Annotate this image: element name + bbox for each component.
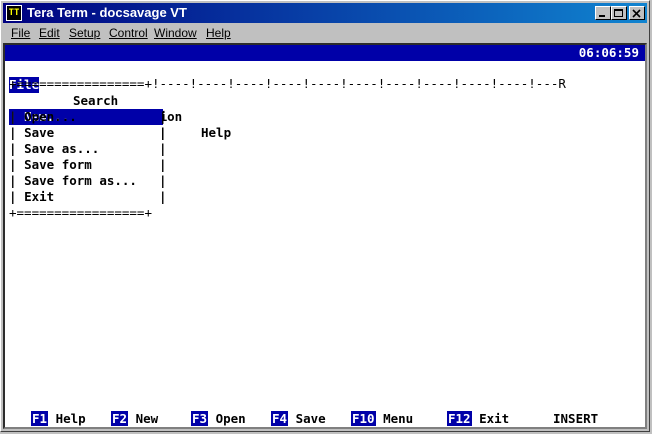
fkey-help[interactable]: F1 Help	[31, 411, 86, 427]
menu-control[interactable]: Control	[109, 26, 148, 40]
dropdown-item-save-form-as[interactable]: | Save form as... |	[9, 173, 169, 189]
close-icon	[632, 9, 641, 18]
minimize-button[interactable]	[595, 6, 611, 20]
window-title: Tera Term - docsavage VT	[27, 5, 187, 20]
dropdown-item-save-as[interactable]: | Save as... |	[9, 141, 169, 157]
fkey-menu[interactable]: F10 Menu	[351, 411, 413, 427]
menu-window[interactable]: Window	[154, 26, 197, 40]
maximize-icon	[614, 9, 623, 17]
close-button[interactable]	[629, 6, 645, 20]
menu-help[interactable]: Help	[206, 26, 231, 40]
dropdown-item-save[interactable]: | Save |	[9, 125, 169, 141]
menu-bar: File Edit Setup Control Window Help	[3, 24, 647, 43]
minimize-icon	[599, 15, 605, 17]
fkey-save[interactable]: F4 Save	[271, 411, 326, 427]
dropdown-item-new[interactable]: | New... |	[9, 93, 167, 140]
app-menu-help[interactable]: Help	[201, 125, 231, 141]
maximize-button[interactable]	[611, 6, 627, 20]
mode-indicator: INSERT	[553, 411, 599, 426]
menu-setup[interactable]: Setup	[69, 26, 100, 40]
clock: 06:06:59	[578, 45, 639, 60]
terminal-status-line: (*) Burapha WORD Processing (*) File : N…	[5, 45, 645, 92]
menu-file[interactable]: File	[11, 26, 30, 40]
tera-term-icon[interactable]: TT	[6, 5, 22, 21]
function-key-bar: F1 Help F2 New F3 Open F4 Save F10 Menu …	[5, 411, 645, 427]
fkey-exit[interactable]: F12 Exit	[447, 411, 509, 427]
fkey-open[interactable]: F3 Open	[191, 411, 246, 427]
dropdown-bottom-border: +=================+	[9, 205, 152, 220]
dropdown-item-open[interactable]: | Open... |	[9, 109, 169, 125]
terminal-screen[interactable]: (*) Burapha WORD Processing (*) File : N…	[3, 43, 647, 429]
app-menu-bar: File Search Option Help	[9, 61, 645, 140]
dropdown-item-exit[interactable]: | Exit |	[9, 189, 169, 205]
title-bar[interactable]: TT Tera Term - docsavage VT	[3, 3, 647, 23]
menu-edit[interactable]: Edit	[39, 26, 60, 40]
fkey-new[interactable]: F2 New	[111, 411, 158, 427]
ruler: +=================+!----!----!----!----!…	[9, 76, 566, 91]
dropdown-item-save-form[interactable]: | Save form |	[9, 157, 169, 173]
tera-term-window: TT Tera Term - docsavage VT File Edit Se…	[0, 0, 650, 432]
